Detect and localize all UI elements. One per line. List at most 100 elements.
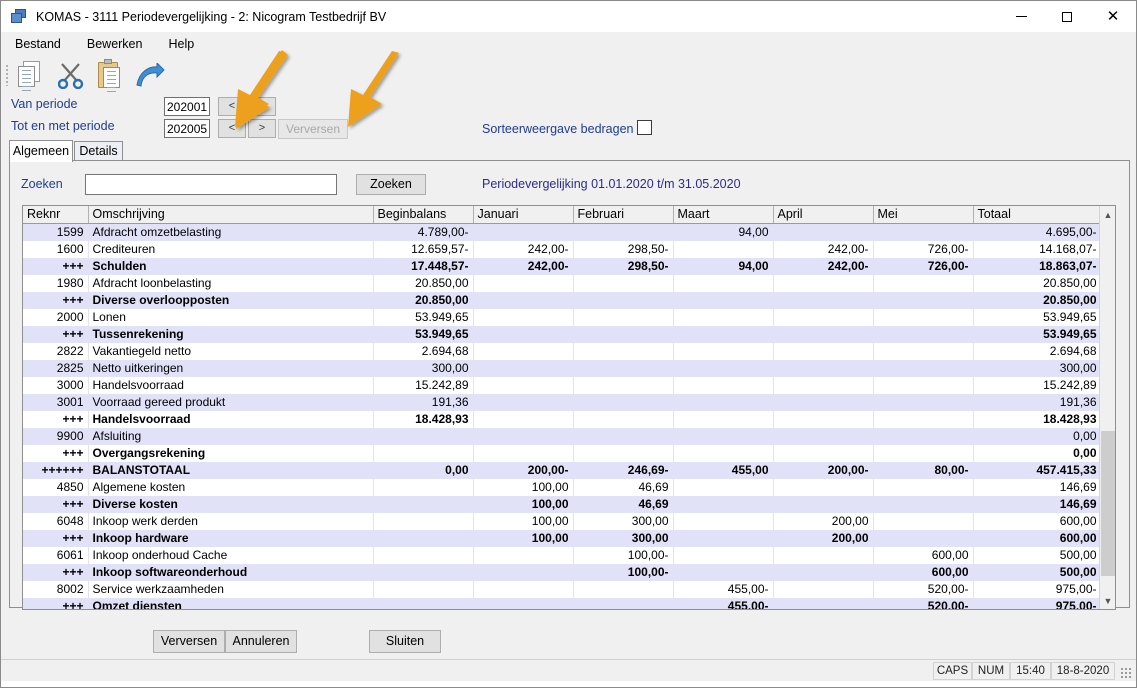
table-row[interactable]: 2825 Netto uitkeringen 300,00 300,00 [23,359,1102,377]
table-row[interactable]: +++ Inkoop hardware 100,00 300,00 200,00 600,… [23,529,1102,547]
export-arrow-icon[interactable] [131,57,169,93]
from-period-next-button[interactable] [248,97,276,116]
table-row[interactable]: +++ Diverse overloopposten 20.850,00 20.850… [23,291,1102,309]
cell-omschrijving: Voorraad gereed produkt [88,393,374,411]
table-row[interactable]: 9900 Afsluiting 0,00 [23,427,1102,445]
cell-januari [473,580,574,598]
cell-totaal: 20.850,00 [973,274,1102,292]
table-row[interactable]: 1980 Afdracht loonbelasting 20.850,00 20.85… [23,274,1102,292]
cell-omschrijving: Diverse kosten [88,495,374,513]
refresh-button-top[interactable]: Verversen [278,119,348,139]
grid-vertical-scrollbar[interactable]: ▲ ▼ [1099,206,1115,609]
table-row[interactable]: 2822 Vakantiegeld netto 2.694,68 2.694,68 [23,342,1102,360]
table-row[interactable]: 4850 Algemene kosten 100,00 46,69 146,69 [23,478,1102,496]
cell-maart [673,274,774,292]
cell-januari [473,393,574,411]
cell-februari: 46,69 [573,478,674,496]
column-header-reknr[interactable]: Reknr [23,206,89,224]
cut-icon[interactable] [51,57,89,93]
table-row[interactable]: 1599 Afdracht omzetbelasting 4.789,00- 94,0… [23,223,1102,241]
table-row[interactable]: 3001 Voorraad gereed produkt 191,36 191,36 [23,393,1102,411]
search-button[interactable]: Zoeken [356,174,426,195]
menu-item-bestand[interactable]: Bestand [13,35,63,53]
cell-totaal: 18.428,93 [973,410,1102,428]
table-row[interactable]: ++++++ BALANSTOTAAL 0,00 200,00- 246,69- 455,… [23,461,1102,479]
table-row[interactable]: 1600 Crediteuren 12.659,57- 242,00- 298,50- 2… [23,240,1102,258]
minimize-button[interactable] [998,1,1044,32]
maximize-button[interactable] [1044,1,1090,32]
from-period-input[interactable] [164,97,210,116]
menu-item-bewerken[interactable]: Bewerken [85,35,145,53]
sort-amounts-checkbox[interactable] [637,120,652,135]
grid-header-row: Reknr Omschrijving Beginbalans Januari F… [23,206,1102,224]
cell-april [773,393,874,411]
cell-beginbalans: 4.789,00- [373,223,474,241]
column-header-beginbalans[interactable]: Beginbalans [373,206,474,224]
table-row[interactable]: +++ Omzet diensten 455,00- 520,00- 975,00- [23,597,1102,609]
cell-januari [473,444,574,462]
column-header-januari[interactable]: Januari [473,206,574,224]
to-period-prev-button[interactable]: < [218,119,246,138]
to-period-next-button[interactable]: > [248,119,276,138]
table-row[interactable]: 2000 Lonen 53.949,65 53.949,65 [23,308,1102,326]
close-dialog-button[interactable]: Sluiten [369,630,441,653]
cell-mei [873,410,974,428]
scroll-down-icon[interactable]: ▼ [1100,592,1115,609]
cell-februari [573,597,674,609]
column-header-februari[interactable]: Februari [573,206,674,224]
menu-item-help[interactable]: Help [166,35,196,53]
cell-mei [873,512,974,530]
table-row[interactable]: +++ Handelsvoorraad 18.428,93 18.428,93 [23,410,1102,428]
cell-beginbalans [373,495,474,513]
cell-reknr: +++ [23,410,89,428]
cancel-button[interactable]: Annuleren [225,630,297,653]
tab-algemeen[interactable]: Algemeen [9,140,73,162]
table-row[interactable]: +++ Tussenrekening 53.949,65 53.949,65 [23,325,1102,343]
cell-februari: 246,69- [573,461,674,479]
table-row[interactable]: 3000 Handelsvoorraad 15.242,89 15.242,89 [23,376,1102,394]
cell-februari [573,427,674,445]
column-header-totaal[interactable]: Totaal [973,206,1102,224]
tab-details[interactable]: Details [74,141,123,161]
column-header-maart[interactable]: Maart [673,206,774,224]
table-row[interactable]: +++ Schulden 17.448,57- 242,00- 298,50- 94,00… [23,257,1102,275]
cell-februari [573,393,674,411]
column-header-april[interactable]: April [773,206,874,224]
paste-icon[interactable] [91,57,129,93]
search-input[interactable] [85,174,337,195]
cell-januari [473,291,574,309]
table-row[interactable]: 6048 Inkoop werk derden 100,00 300,00 200,00… [23,512,1102,530]
cell-januari: 100,00 [473,478,574,496]
cell-mei [873,223,974,241]
cell-januari [473,325,574,343]
from-period-prev-button[interactable]: < [218,97,246,116]
cell-reknr: 9900 [23,427,89,445]
column-header-omschrijving[interactable]: Omschrijving [88,206,374,224]
table-row[interactable]: +++ Diverse kosten 100,00 46,69 146,69 [23,495,1102,513]
resize-grip[interactable] [1120,667,1132,679]
scroll-up-icon[interactable]: ▲ [1100,206,1115,223]
cell-januari [473,546,574,564]
status-caps: CAPS [933,662,972,680]
cell-maart [673,376,774,394]
scrollbar-thumb[interactable] [1101,431,1115,576]
to-period-input[interactable] [164,119,210,138]
table-row[interactable]: +++ Inkoop softwareonderhoud 100,00- 600,00… [23,563,1102,581]
table-row[interactable]: +++ Overgangsrekening 0,00 [23,444,1102,462]
toolbar-grip[interactable] [5,64,9,86]
cell-totaal: 53.949,65 [973,308,1102,326]
column-header-mei[interactable]: Mei [873,206,974,224]
cell-totaal: 4.695,00- [973,223,1102,241]
table-row[interactable]: 6061 Inkoop onderhoud Cache 100,00- 600,00 5… [23,546,1102,564]
cell-februari [573,325,674,343]
cell-februari [573,274,674,292]
cell-april [773,495,874,513]
cell-april [773,325,874,343]
cell-mei [873,274,974,292]
table-row[interactable]: 8002 Service werkzaamheden 455,00- 520,00- 9… [23,580,1102,598]
refresh-button-footer[interactable]: Verversen [153,630,225,653]
copy-icon[interactable] [11,57,49,93]
cell-maart: 455,00- [673,580,774,598]
cell-april [773,563,874,581]
close-button[interactable]: ✕ [1090,1,1136,32]
